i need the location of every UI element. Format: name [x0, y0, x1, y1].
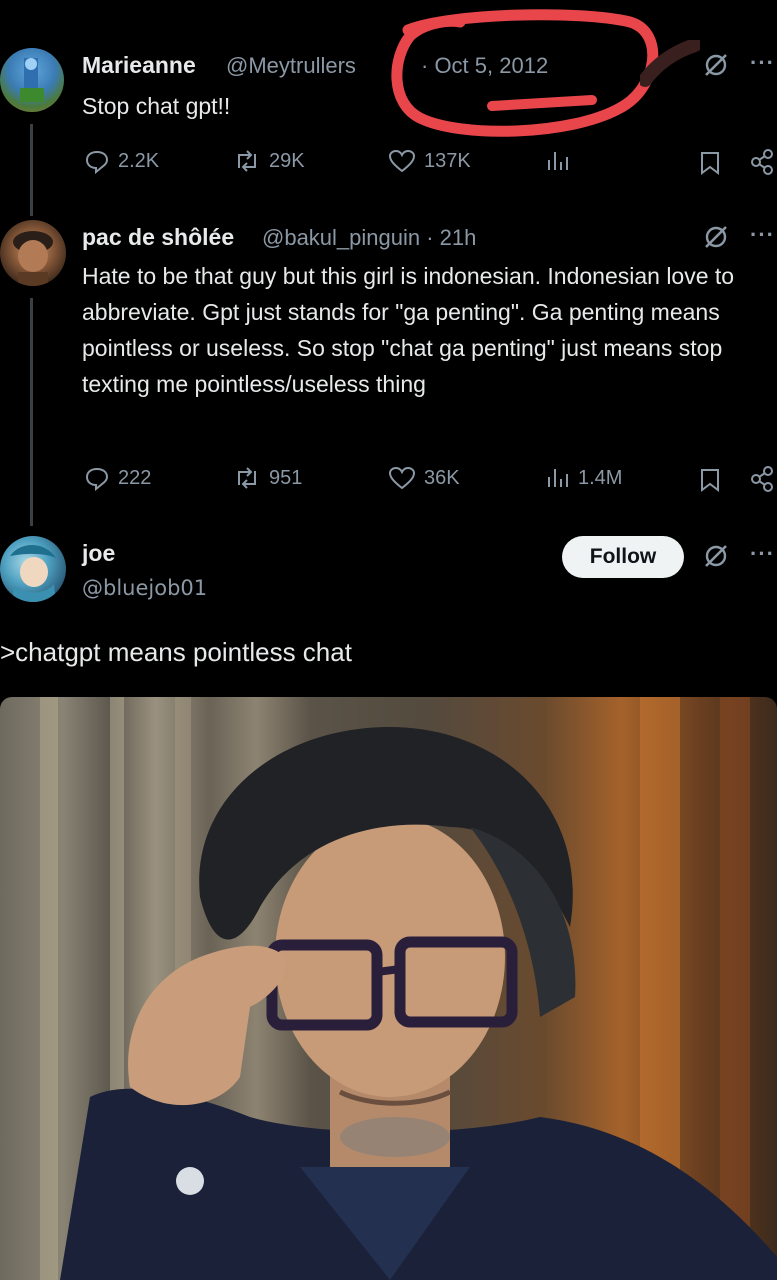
bookmark-icon[interactable] [698, 467, 722, 493]
like-count: 137K [424, 149, 471, 172]
reply-button[interactable]: 2.2K [84, 148, 159, 174]
tweet-photo[interactable] [0, 697, 777, 1280]
avatar-image [13, 231, 53, 286]
reply-count: 2.2K [118, 149, 160, 172]
share-icon[interactable] [748, 465, 777, 493]
display-name[interactable]: Marieanne [82, 52, 196, 79]
grok-icon[interactable] [703, 543, 729, 569]
views-button[interactable] [544, 148, 578, 174]
views-icon [548, 152, 568, 170]
tweet-text: Hate to be that guy but this girl is ind… [82, 263, 735, 397]
bookmark-icon[interactable] [698, 150, 722, 176]
repost-icon [238, 467, 256, 489]
like-count: 36K [424, 466, 460, 489]
display-name[interactable]: pac de shôlée [82, 224, 234, 251]
reply-icon [85, 467, 109, 491]
avatar-image [20, 58, 44, 102]
thread-line [30, 124, 33, 216]
like-button[interactable]: 36K [388, 465, 460, 491]
repost-count: 29K [269, 149, 305, 172]
avatar[interactable] [0, 48, 64, 112]
handle[interactable]: @bakul_pinguin · 21h [262, 225, 476, 251]
annotation-circle [391, 9, 659, 137]
grok-icon[interactable] [703, 224, 729, 250]
annotation-shadow [640, 40, 700, 87]
view-count: 1.4M [578, 466, 623, 489]
like-icon [388, 466, 416, 490]
repost-icon [238, 150, 256, 172]
reply-count: 222 [118, 466, 152, 489]
display-name[interactable]: joe [82, 540, 115, 567]
tweet-text: Stop chat gpt!! [82, 93, 231, 119]
views-icon [548, 469, 568, 487]
like-icon [388, 149, 416, 173]
more-icon[interactable]: ··· [750, 222, 775, 248]
avatar-image [10, 544, 56, 602]
tweet-text: >chatgpt means pointless chat [0, 637, 352, 667]
avatar[interactable] [0, 536, 66, 602]
follow-button[interactable]: Follow [562, 536, 684, 578]
repost-button[interactable]: 951 [233, 465, 302, 491]
reply-icon [85, 150, 109, 174]
more-icon[interactable]: ··· [750, 50, 775, 76]
handle[interactable]: @Meytrullers [226, 53, 356, 79]
reply-button[interactable]: 222 [84, 465, 151, 491]
handle[interactable]: @bluejob01 [82, 576, 207, 600]
like-button[interactable]: 137K [388, 148, 471, 174]
share-icon[interactable] [748, 148, 777, 176]
views-button[interactable]: 1.4M [544, 465, 622, 491]
photo-illustration [40, 697, 777, 1280]
more-icon[interactable]: ··· [750, 541, 775, 567]
repost-button[interactable]: 29K [233, 148, 305, 174]
avatar[interactable] [0, 220, 66, 286]
thread-line [30, 298, 33, 526]
repost-count: 951 [269, 466, 303, 489]
grok-icon[interactable] [703, 52, 729, 78]
